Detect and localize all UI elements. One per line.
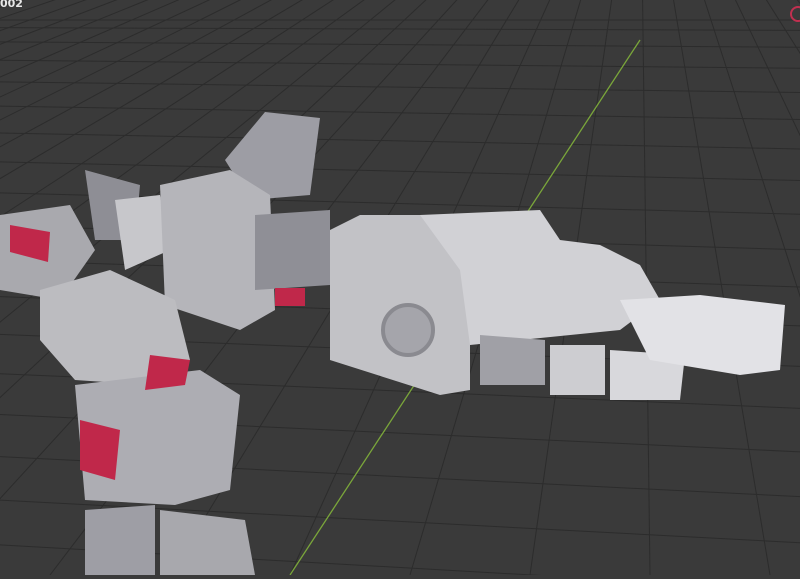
grid-line: [796, 0, 800, 5]
grid-line: [640, 0, 800, 575]
grid-line: [640, 0, 800, 575]
grid-line: [640, 0, 800, 575]
viewport-grid: [0, 0, 800, 579]
object-name-label: 002: [0, 0, 23, 10]
grid-line: [0, 105, 800, 121]
grid-line: [640, 0, 800, 575]
grid-line: [640, 0, 800, 575]
grid-line: [640, 0, 800, 575]
grid-line: [640, 0, 800, 575]
navigation-gizmo-icon[interactable]: [790, 6, 800, 22]
grid-line: [640, 0, 800, 575]
grid-line: [640, 0, 800, 575]
grid-line: [640, 0, 800, 575]
grid-line: [734, 0, 800, 137]
grid-line: [640, 0, 800, 575]
grid-line: [0, 161, 800, 182]
grid-line: [640, 0, 800, 575]
grid-line: [640, 0, 800, 575]
3d-viewport[interactable]: 002: [0, 0, 800, 579]
grid-line: [640, 0, 800, 575]
grid-line: [640, 0, 800, 575]
grid-line: [703, 0, 800, 298]
grid-line: [0, 41, 800, 48]
grid-line: [640, 0, 800, 575]
grid-line: [640, 0, 800, 575]
grid-line: [0, 81, 800, 94]
grid-line: [0, 27, 800, 31]
grid-line: [640, 0, 800, 575]
grid-line: [640, 0, 800, 575]
grid-line: [640, 0, 800, 575]
robot-model[interactable]: [0, 112, 785, 575]
grid-line: [640, 0, 800, 575]
grid-line: [673, 0, 771, 576]
grid-line: [640, 0, 800, 575]
grid-line: [640, 0, 800, 575]
grid-line: [640, 0, 800, 575]
grid-line: [640, 0, 800, 575]
grid-line: [640, 0, 800, 575]
grid-line: [640, 0, 800, 575]
grid-line: [640, 0, 800, 575]
grid-line: [765, 0, 800, 54]
grid-line: [640, 0, 800, 575]
grid-line: [640, 0, 800, 575]
grid-line: [640, 0, 800, 575]
grid-line: [0, 132, 800, 150]
grid-line: [640, 0, 800, 575]
